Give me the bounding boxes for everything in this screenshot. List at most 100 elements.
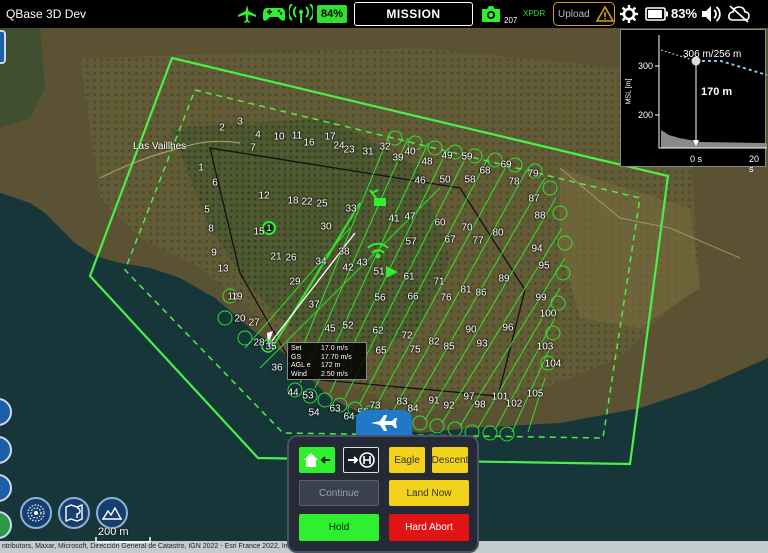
waypoint-label[interactable]: 10: [273, 132, 284, 143]
waypoint-label[interactable]: 75: [409, 345, 420, 356]
waypoint-label[interactable]: 8: [208, 224, 214, 235]
waypoint-label[interactable]: 62: [372, 326, 383, 337]
waypoint-label[interactable]: 47: [404, 212, 415, 223]
waypoint-label[interactable]: 61: [403, 272, 414, 283]
waypoint-label[interactable]: 27: [248, 318, 259, 329]
waypoint-label[interactable]: 86: [475, 288, 486, 299]
waypoint-label[interactable]: 11: [292, 131, 302, 142]
volume-icon[interactable]: [701, 3, 723, 25]
waypoint-label[interactable]: 1: [198, 163, 204, 174]
waypoint-label[interactable]: 45: [324, 324, 335, 335]
waypoint-label[interactable]: 90: [465, 325, 476, 336]
waypoint-label[interactable]: 77: [472, 236, 483, 247]
waypoint-label[interactable]: 32: [379, 142, 390, 153]
waypoint-label[interactable]: 91: [428, 396, 439, 407]
waypoint-label[interactable]: 105: [527, 389, 544, 400]
gear-icon[interactable]: [619, 3, 639, 25]
waypoint-label[interactable]: 34: [315, 257, 326, 268]
waypoint-label[interactable]: 99: [535, 293, 546, 304]
upload-button[interactable]: Upload: [553, 2, 615, 26]
waypoint-label[interactable]: 25: [316, 199, 327, 210]
radio-signal-icon[interactable]: [289, 3, 313, 25]
waypoint-label[interactable]: 35: [265, 342, 276, 353]
waypoint-label[interactable]: 12: [258, 191, 269, 202]
waypoint-label[interactable]: 4: [255, 130, 261, 141]
waypoint-label[interactable]: 71: [433, 277, 444, 288]
waypoint-label[interactable]: 100: [540, 309, 557, 320]
plane-icon[interactable]: [236, 3, 258, 25]
waypoint-label[interactable]: 15: [253, 227, 264, 238]
waypoint-label[interactable]: 48: [421, 157, 432, 168]
waypoint-label[interactable]: 28: [253, 338, 264, 349]
waypoint-label[interactable]: 89: [498, 274, 509, 285]
waypoint-label[interactable]: 13: [217, 264, 228, 275]
waypoint-label[interactable]: 16: [303, 138, 314, 149]
camera-icon[interactable]: [479, 3, 503, 25]
waypoint-label[interactable]: 102: [506, 399, 523, 410]
waypoint-label[interactable]: 37: [308, 300, 319, 311]
waypoint-label[interactable]: 82: [428, 337, 439, 348]
land-now-button[interactable]: Land Now: [389, 480, 469, 506]
flight-control-tab[interactable]: [356, 410, 412, 436]
waypoint-label[interactable]: 78: [508, 177, 519, 188]
waypoint-label[interactable]: 87: [528, 194, 539, 205]
cloud-off-icon[interactable]: [727, 3, 751, 25]
waypoint-label[interactable]: 83: [396, 397, 407, 408]
waypoint-label[interactable]: 96: [502, 323, 513, 334]
waypoint-label[interactable]: 2: [219, 123, 225, 134]
waypoint-label[interactable]: 63: [329, 404, 340, 415]
waypoint-label[interactable]: 20: [234, 314, 245, 325]
waypoint-label[interactable]: 80: [492, 228, 503, 239]
waypoint-label[interactable]: 19: [231, 292, 242, 303]
waypoint-label[interactable]: 98: [474, 400, 485, 411]
waypoint-label[interactable]: 44: [287, 388, 298, 399]
waypoint-label[interactable]: 41: [388, 214, 399, 225]
waypoint-label[interactable]: 51: [373, 267, 384, 278]
mission-mode-button[interactable]: MISSION: [354, 2, 473, 26]
waypoint-label[interactable]: 66: [407, 292, 418, 303]
waypoint-label[interactable]: 43: [356, 258, 367, 269]
waypoint-label[interactable]: 79: [527, 169, 538, 180]
waypoint-label[interactable]: 68: [479, 166, 490, 177]
drone-battery-badge[interactable]: 84%: [317, 5, 347, 23]
waypoint-label[interactable]: 92: [443, 401, 454, 412]
descent-button[interactable]: Descent: [432, 447, 468, 473]
waypoint-label[interactable]: 60: [434, 218, 445, 229]
goto-home-point-button[interactable]: [343, 447, 379, 473]
waypoint-label[interactable]: 33: [345, 204, 356, 215]
waypoint-label[interactable]: 26: [285, 253, 296, 264]
waypoint-label[interactable]: 58: [464, 175, 475, 186]
terrain-button[interactable]: [96, 497, 128, 529]
waypoint-label[interactable]: 67: [444, 235, 455, 246]
orbit-button[interactable]: [20, 497, 52, 529]
waypoint-label[interactable]: 36: [271, 363, 282, 374]
waypoint-label[interactable]: 23: [343, 145, 354, 156]
waypoint-label[interactable]: 9: [211, 248, 217, 259]
waypoint-label[interactable]: 54: [308, 408, 319, 419]
waypoint-label[interactable]: 5: [204, 205, 210, 216]
waypoint-label[interactable]: 52: [342, 321, 353, 332]
waypoint-label[interactable]: 31: [362, 147, 373, 158]
waypoint-label[interactable]: 65: [375, 346, 386, 357]
waypoint-label[interactable]: 38: [338, 247, 349, 258]
waypoint-label[interactable]: 59: [461, 152, 472, 163]
waypoint-label[interactable]: 57: [405, 237, 416, 248]
waypoint-label[interactable]: 94: [531, 244, 542, 255]
waypoint-label[interactable]: 103: [537, 342, 554, 353]
waypoint-label[interactable]: 53: [302, 391, 313, 402]
map-layers-button[interactable]: [58, 497, 90, 529]
waypoint-label[interactable]: 81: [460, 285, 471, 296]
waypoint-label[interactable]: 104: [545, 359, 562, 370]
waypoint-label[interactable]: 72: [401, 331, 412, 342]
waypoint-label[interactable]: 7: [250, 143, 256, 154]
waypoint-label[interactable]: 69: [500, 160, 511, 171]
hard-abort-button[interactable]: Hard Abort: [389, 514, 469, 541]
waypoint-label[interactable]: 95: [538, 261, 549, 272]
return-home-button[interactable]: [299, 447, 335, 473]
continue-button[interactable]: Continue: [299, 480, 379, 506]
side-panel-toggle[interactable]: [0, 30, 6, 64]
waypoint-label[interactable]: 64: [343, 412, 354, 423]
waypoint-label[interactable]: 76: [440, 293, 451, 304]
gamepad-icon[interactable]: [262, 3, 286, 25]
waypoint-label[interactable]: 21: [270, 252, 281, 263]
